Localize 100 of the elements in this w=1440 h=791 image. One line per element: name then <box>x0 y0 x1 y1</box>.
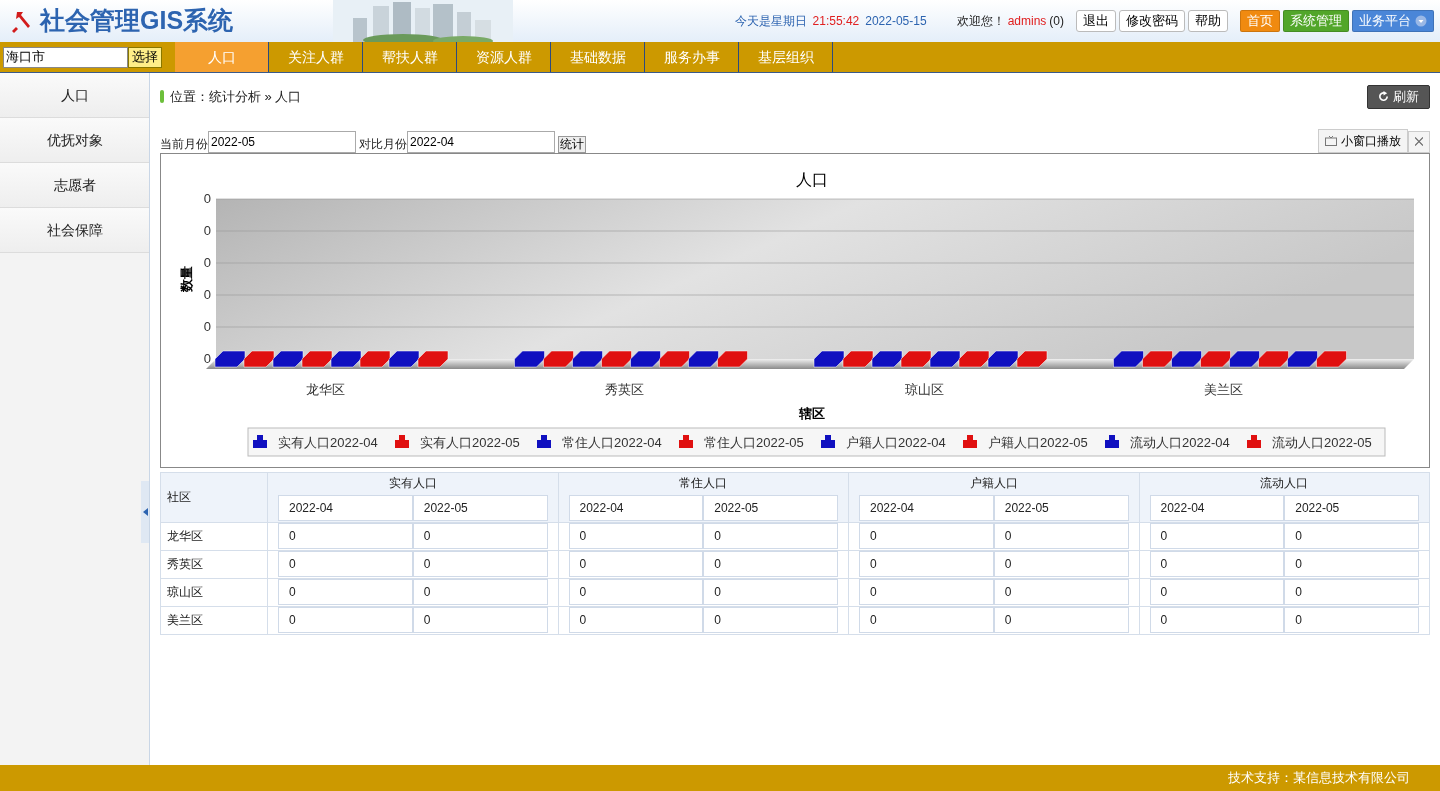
x-tick-label: 琼山区 <box>904 381 944 397</box>
platform-button[interactable]: 业务平台 <box>1352 10 1434 32</box>
sidebar-item[interactable]: 优抚对象 <box>0 118 149 163</box>
table-cell: 0 <box>703 523 838 549</box>
header-button[interactable]: 帮助 <box>1188 10 1228 32</box>
month-field[interactable]: 2022-04 <box>407 130 555 153</box>
subcolumn-header: 2022-04 <box>859 494 994 521</box>
legend-label: 实有人口2022-04 <box>278 434 378 450</box>
table-cell: 0 <box>412 523 548 549</box>
table-cell: 龙华区 <box>160 522 268 550</box>
x-axis-label: 辖区 <box>799 405 825 421</box>
column-header: 流动人口 <box>1139 472 1430 494</box>
table-cell: 0 <box>568 523 704 549</box>
sidebar-item[interactable]: 社会保障 <box>0 208 149 253</box>
legend-label: 常住人口2022-04 <box>562 434 662 450</box>
x-tick-label: 龙华区 <box>305 381 345 397</box>
table-cell: 0 <box>1149 551 1285 577</box>
table-cell: 0 <box>1149 523 1285 549</box>
table-cell: 0 <box>859 607 994 633</box>
table-cell: 美兰区 <box>160 606 268 634</box>
column-header: 实有人口 <box>267 472 558 494</box>
table-cell: 0 <box>412 551 548 577</box>
sidebar-item[interactable]: 志愿者 <box>0 163 149 208</box>
column-header: 户籍人口 <box>848 472 1139 494</box>
sidebar-item[interactable]: 人口 <box>0 73 149 118</box>
marker-icon <box>160 90 164 104</box>
y-tick-label: 0 <box>203 350 211 366</box>
x-tick-label: 秀英区 <box>605 381 644 397</box>
app-title: 社会管理GIS系统 <box>40 5 234 37</box>
column-header: 常住人口 <box>558 472 849 494</box>
month-field[interactable]: 2022-05 <box>208 130 356 153</box>
table-cell: 0 <box>1284 607 1419 633</box>
table-cell: 0 <box>568 551 704 577</box>
close-icon <box>1415 137 1423 146</box>
table-cell: 0 <box>993 523 1129 549</box>
message-count: (0) <box>1049 13 1064 30</box>
refresh-button[interactable]: 刷新 <box>1367 85 1430 109</box>
legend-label: 户籍人口2022-04 <box>846 434 946 450</box>
column-header: 社区 <box>160 472 268 522</box>
table-cell: 0 <box>1149 607 1285 633</box>
popup-button[interactable]: 小窗口播放 <box>1318 128 1408 153</box>
clock-time: 21:55:42 <box>812 13 860 30</box>
y-tick-label: 0 <box>203 286 211 302</box>
table-cell: 0 <box>703 579 838 605</box>
close-button[interactable] <box>1408 130 1430 153</box>
table-cell: 0 <box>278 523 413 549</box>
header-button[interactable]: 退出 <box>1076 10 1116 32</box>
table-cell: 0 <box>859 523 994 549</box>
table-cell: 0 <box>278 607 413 633</box>
table-cell: 0 <box>1149 579 1285 605</box>
table-cell: 0 <box>1284 551 1419 577</box>
table-cell: 0 <box>412 579 548 605</box>
y-axis-label: 数量 <box>179 265 194 292</box>
subcolumn-header: 2022-05 <box>703 494 838 521</box>
window-icon <box>1325 135 1337 146</box>
y-tick-label: 0 <box>203 190 211 206</box>
legend-label: 流动人口2022-05 <box>1272 434 1372 450</box>
username-link[interactable]: admins <box>1007 12 1047 30</box>
table-cell: 0 <box>993 551 1129 577</box>
date-label: 2022-05-15 <box>865 13 927 30</box>
weekday-label: 今天是星期日 <box>734 13 807 30</box>
table-cell: 0 <box>278 551 413 577</box>
breadcrumb-text: 位置：统计分析 » 人口 <box>170 88 302 106</box>
legend-label: 流动人口2022-04 <box>1130 434 1230 450</box>
collapse-handle[interactable] <box>141 481 149 543</box>
table-cell: 琼山区 <box>160 578 268 606</box>
welcome-label: 欢迎您！ <box>956 13 1005 30</box>
y-tick-label: 0 <box>203 222 211 238</box>
field-label: 对比月份 <box>359 135 407 153</box>
subcolumn-header: 2022-04 <box>278 494 413 521</box>
x-tick-label: 美兰区 <box>1204 381 1243 397</box>
header-button[interactable]: 修改密码 <box>1119 10 1185 32</box>
table-cell: 0 <box>278 579 413 605</box>
table-cell: 0 <box>703 551 838 577</box>
refresh-icon <box>1378 91 1389 103</box>
table-cell: 秀英区 <box>160 550 268 578</box>
subcolumn-header: 2022-04 <box>568 494 704 521</box>
footer-text: 技术支持：某信息技术有限公司 <box>0 765 1440 791</box>
table-cell: 0 <box>412 607 548 633</box>
subcolumn-header: 2022-05 <box>1284 494 1419 521</box>
table-cell: 0 <box>1284 579 1419 605</box>
table-cell: 0 <box>1284 523 1419 549</box>
table-cell: 0 <box>568 607 704 633</box>
caret-icon <box>142 508 148 516</box>
chart-title: 人口 <box>796 170 828 188</box>
table-cell: 0 <box>703 607 838 633</box>
table-cell: 0 <box>993 579 1129 605</box>
field-label: 当前月份 <box>160 135 208 153</box>
subcolumn-header: 2022-04 <box>1149 494 1285 521</box>
table-cell: 0 <box>859 551 994 577</box>
select-button[interactable]: 选择 <box>128 46 162 68</box>
table-cell: 0 <box>568 579 704 605</box>
legend-label: 户籍人口2022-05 <box>988 434 1088 450</box>
y-tick-label: 0 <box>203 318 211 334</box>
city-field[interactable]: 海口市 <box>3 46 128 68</box>
subcolumn-header: 2022-05 <box>412 494 548 521</box>
legend-label: 常住人口2022-05 <box>704 434 804 450</box>
table-cell: 0 <box>859 579 994 605</box>
subcolumn-header: 2022-05 <box>993 494 1129 521</box>
submit-button[interactable]: 统计 <box>558 135 586 153</box>
